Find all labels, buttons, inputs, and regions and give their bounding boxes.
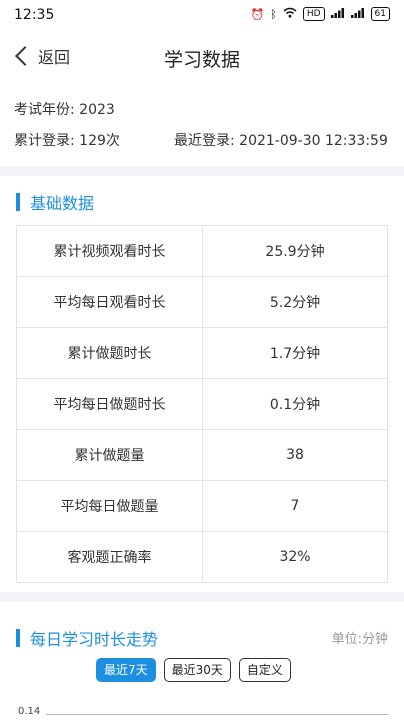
section-header: 基础数据 — [16, 190, 94, 214]
row-label: 累计做题量 — [16, 429, 203, 481]
signal-icon — [350, 7, 365, 21]
battery-icon: 61 — [370, 7, 390, 21]
signal-icon — [330, 7, 345, 21]
chart-gridline — [46, 714, 388, 715]
nav-bar: 返回 学习数据 — [0, 30, 404, 86]
row-label: 平均每日做题时长 — [16, 378, 203, 430]
bluetooth-icon: ᛒ — [270, 7, 277, 21]
table-row: 累计做题量 38 — [16, 429, 388, 481]
section-accent-bar — [16, 193, 20, 211]
table-row: 客观题正确率 32% — [16, 531, 388, 583]
row-label: 平均每日做题量 — [16, 480, 203, 532]
hd-icon: HD — [302, 7, 325, 21]
filter-last-7-days[interactable]: 最近7天 — [96, 658, 156, 682]
section-accent-bar — [16, 629, 20, 647]
row-value: 38 — [202, 429, 388, 481]
total-logins: 累计登录: 129次 — [14, 133, 120, 149]
section-title: 每日学习时长走势 — [30, 630, 159, 649]
table-row: 平均每日做题时长 0.1分钟 — [16, 378, 388, 430]
alarm-icon: ⏰ — [250, 7, 265, 21]
row-value: 0.1分钟 — [202, 378, 388, 430]
section-header: 每日学习时长走势 — [16, 626, 158, 650]
row-label: 平均每日观看时长 — [16, 276, 203, 328]
status-time: 12:35 — [14, 7, 55, 23]
status-bar: 12:35 ⏰ ᛒ HD 61 — [0, 0, 404, 30]
row-value: 5.2分钟 — [202, 276, 388, 328]
row-label: 累计做题时长 — [16, 327, 203, 379]
login-info: 考试年份: 2023 累计登录: 129次 最近登录: 2021-09-30 1… — [0, 86, 404, 166]
basic-data-section: 基础数据 累计视频观看时长 25.9分钟 平均每日观看时长 5.2分钟 累计做题… — [0, 176, 404, 592]
row-label: 客观题正确率 — [16, 531, 203, 583]
table-row: 累计视频观看时长 25.9分钟 — [16, 225, 388, 277]
row-value: 7 — [202, 480, 388, 532]
recent-login: 最近登录: 2021-09-30 12:33:59 — [174, 133, 388, 149]
table-row: 平均每日观看时长 5.2分钟 — [16, 276, 388, 328]
wifi-icon — [283, 7, 297, 21]
row-label: 累计视频观看时长 — [16, 225, 203, 277]
row-value: 1.7分钟 — [202, 327, 388, 379]
page-title: 学习数据 — [163, 49, 240, 71]
filter-custom[interactable]: 自定义 — [238, 658, 291, 682]
row-value: 25.9分钟 — [202, 225, 388, 277]
filter-last-30-days[interactable]: 最近30天 — [163, 658, 231, 682]
table-row: 累计做题时长 1.7分钟 — [16, 327, 388, 379]
exam-year: 考试年份: 2023 — [14, 102, 115, 118]
basic-data-table: 累计视频观看时长 25.9分钟 平均每日观看时长 5.2分钟 累计做题时长 1.… — [16, 225, 388, 583]
unit-label: 单位:分钟 — [331, 632, 388, 647]
trend-section: 每日学习时长走势 单位:分钟 最近7天 最近30天 自定义 0.14 — [0, 602, 404, 720]
range-filters: 最近7天 最近30天 自定义 — [96, 658, 291, 682]
row-value: 32% — [202, 531, 388, 583]
table-row: 平均每日做题量 7 — [16, 480, 388, 532]
section-title: 基础数据 — [30, 194, 95, 213]
y-axis-tick: 0.14 — [18, 706, 41, 717]
status-icons: ⏰ ᛒ HD 61 — [251, 7, 390, 21]
